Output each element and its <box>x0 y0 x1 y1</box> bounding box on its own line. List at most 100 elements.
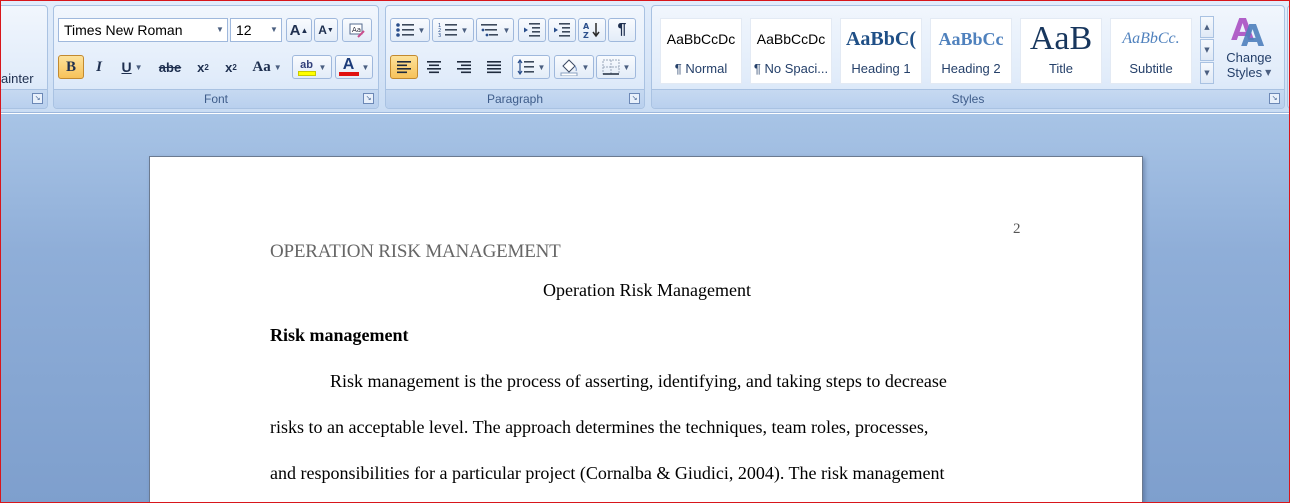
increase-indent-button[interactable] <box>548 18 576 42</box>
shading-button[interactable]: ▼ <box>554 55 594 79</box>
chevron-down-icon[interactable]: ▼ <box>538 63 546 72</box>
clear-formatting-button[interactable]: Aa <box>342 18 372 42</box>
style-subtitle[interactable]: AaBbCc. Subtitle <box>1110 18 1192 84</box>
highlight-button[interactable]: ab ▼ <box>292 55 332 79</box>
style-no-spacing[interactable]: AaBbCcDc ¶ No Spaci... <box>750 18 832 84</box>
shrink-font-button[interactable]: A ▼ <box>314 18 338 42</box>
section-heading: Risk management <box>270 325 409 345</box>
chevron-down-icon[interactable]: ▼ <box>274 63 282 72</box>
strikethrough-button[interactable]: abe <box>154 55 186 79</box>
chevron-down-icon[interactable]: ▼ <box>135 63 143 72</box>
chevron-down-icon[interactable]: ▼ <box>362 63 370 72</box>
italic-label: I <box>96 58 102 75</box>
underline-button[interactable]: U ▼ <box>114 55 150 79</box>
change-case-label: Aa <box>252 58 271 75</box>
chevron-down-icon[interactable]: ▼ <box>213 19 227 41</box>
decrease-indent-icon <box>524 23 540 37</box>
styles-group-label: Styles <box>652 89 1284 108</box>
style-title[interactable]: AaB Title <box>1020 18 1102 84</box>
font-name-combo[interactable]: Times New Roman ▼ <box>58 18 228 42</box>
highlight-label: ab <box>300 58 313 71</box>
style-name: Title <box>1048 61 1074 76</box>
highlight-color-swatch <box>297 70 316 76</box>
pilcrow-icon: ¶ <box>617 21 627 38</box>
change-styles-line1: Change <box>1226 50 1272 65</box>
font-dialog-launcher-icon[interactable]: ↘ <box>363 93 374 104</box>
borders-button[interactable]: ▼ <box>596 55 636 79</box>
paragraph-dialog-launcher-icon[interactable]: ↘ <box>629 93 640 104</box>
styles-dialog-launcher-icon[interactable]: ↘ <box>1269 93 1280 104</box>
chevron-down-icon[interactable]: ▼ <box>582 63 590 72</box>
grow-font-label: A <box>289 21 301 39</box>
bullets-button[interactable]: ▼ <box>390 18 430 42</box>
app-window: ainter ↘ Times New Roman ▼ 12 ▼ A▲ A▼ <box>0 0 1290 503</box>
styles-group: AaBbCcDc ¶ Normal AaBbCcDc ¶ No Spaci...… <box>651 5 1285 109</box>
underline-label: U <box>121 59 132 75</box>
ribbon: ainter ↘ Times New Roman ▼ 12 ▼ A▲ A▼ <box>1 1 1289 113</box>
show-formatting-button[interactable]: ¶ <box>608 18 636 42</box>
format-painter-button[interactable]: ainter <box>1 66 44 90</box>
font-color-button[interactable]: A ▼ <box>335 55 373 79</box>
align-right-button[interactable] <box>450 55 478 79</box>
body-line-1: Risk management is the process of assert… <box>330 371 947 391</box>
change-styles-line2-wrap: Styles ▼ <box>1227 65 1272 80</box>
numbering-button[interactable]: 1 2 3 ▼ <box>432 18 474 42</box>
gallery-scroll-down-button[interactable]: ▼ <box>1200 39 1214 61</box>
font-color-icon: A <box>338 57 359 76</box>
multilevel-list-button[interactable]: ▼ <box>476 18 514 42</box>
increase-indent-icon <box>554 23 570 37</box>
align-left-button[interactable] <box>390 55 418 79</box>
svg-text:Z: Z <box>583 31 589 39</box>
grow-arrow-icon: ▲ <box>300 25 309 35</box>
sort-button[interactable]: A Z <box>578 18 606 42</box>
bold-button[interactable]: B <box>58 55 84 79</box>
clipboard-group: ainter ↘ <box>1 5 48 109</box>
chevron-down-icon[interactable]: ▼ <box>418 26 426 35</box>
gallery-scroll-up-button[interactable]: ▲ <box>1200 16 1214 38</box>
svg-text:3: 3 <box>438 33 441 38</box>
justify-button[interactable] <box>480 55 508 79</box>
change-styles-icon: A A <box>1231 13 1265 50</box>
font-size-value: 12 <box>236 22 252 38</box>
style-name: Subtitle <box>1129 61 1173 76</box>
italic-button[interactable]: I <box>86 55 112 79</box>
decrease-indent-button[interactable] <box>518 18 546 42</box>
superscript-button[interactable]: x2 <box>218 55 244 79</box>
align-center-icon <box>427 61 441 74</box>
style-normal[interactable]: AaBbCcDc ¶ Normal <box>660 18 742 84</box>
clipboard-launcher-icon[interactable]: ↘ <box>32 93 43 104</box>
grow-font-button[interactable]: A ▲ <box>286 18 312 42</box>
document-page[interactable]: 2 OPERATION RISK MANAGEMENT Operation Ri… <box>149 156 1143 502</box>
document-workspace: 2 OPERATION RISK MANAGEMENT Operation Ri… <box>1 114 1289 502</box>
change-styles-button[interactable]: A A Change Styles ▼ <box>1218 10 1280 88</box>
superscript-2-icon: 2 <box>232 62 237 72</box>
chevron-up-icon: ▲ <box>1204 23 1210 31</box>
style-sample: AaBbC( <box>845 27 916 50</box>
chevron-down-icon[interactable]: ▼ <box>503 26 511 35</box>
strikethrough-label: abe <box>158 59 182 75</box>
style-name: ¶ Normal <box>674 61 728 76</box>
format-painter-label: ainter <box>1 70 34 86</box>
subscript-label: x <box>197 59 205 75</box>
style-heading-2[interactable]: AaBbCc Heading 2 <box>930 18 1012 84</box>
style-sample: AaB <box>1029 20 1093 57</box>
paragraph-group: ▼ 1 2 3 ▼ ▼ A Z ¶ ▼ ▼ ▼ Paragraph ↘ <box>385 5 645 109</box>
align-center-button[interactable] <box>420 55 448 79</box>
chevron-down-icon[interactable]: ▼ <box>319 63 327 72</box>
change-styles-line2: Styles <box>1226 65 1263 80</box>
chevron-down-icon: ▼ <box>1204 46 1210 54</box>
numbering-icon: 1 2 3 <box>438 23 457 38</box>
highlighter-icon: ab <box>297 58 316 76</box>
style-sample: AaBbCc. <box>1122 30 1180 47</box>
chevron-down-icon[interactable]: ▼ <box>461 26 469 35</box>
font-size-combo[interactable]: 12 ▼ <box>230 18 282 42</box>
chevron-down-icon[interactable]: ▼ <box>267 19 281 41</box>
gallery-more-button[interactable]: ▼ <box>1200 62 1214 84</box>
subscript-button[interactable]: x2 <box>190 55 216 79</box>
change-case-button[interactable]: Aa ▼ <box>248 55 286 79</box>
chevron-down-icon[interactable]: ▼ <box>623 63 631 72</box>
chevron-down-icon: ▼ <box>1265 68 1272 77</box>
style-heading-1[interactable]: AaBbC( Heading 1 <box>840 18 922 84</box>
svg-text:A: A <box>1241 19 1265 50</box>
line-spacing-button[interactable]: ▼ <box>512 55 550 79</box>
